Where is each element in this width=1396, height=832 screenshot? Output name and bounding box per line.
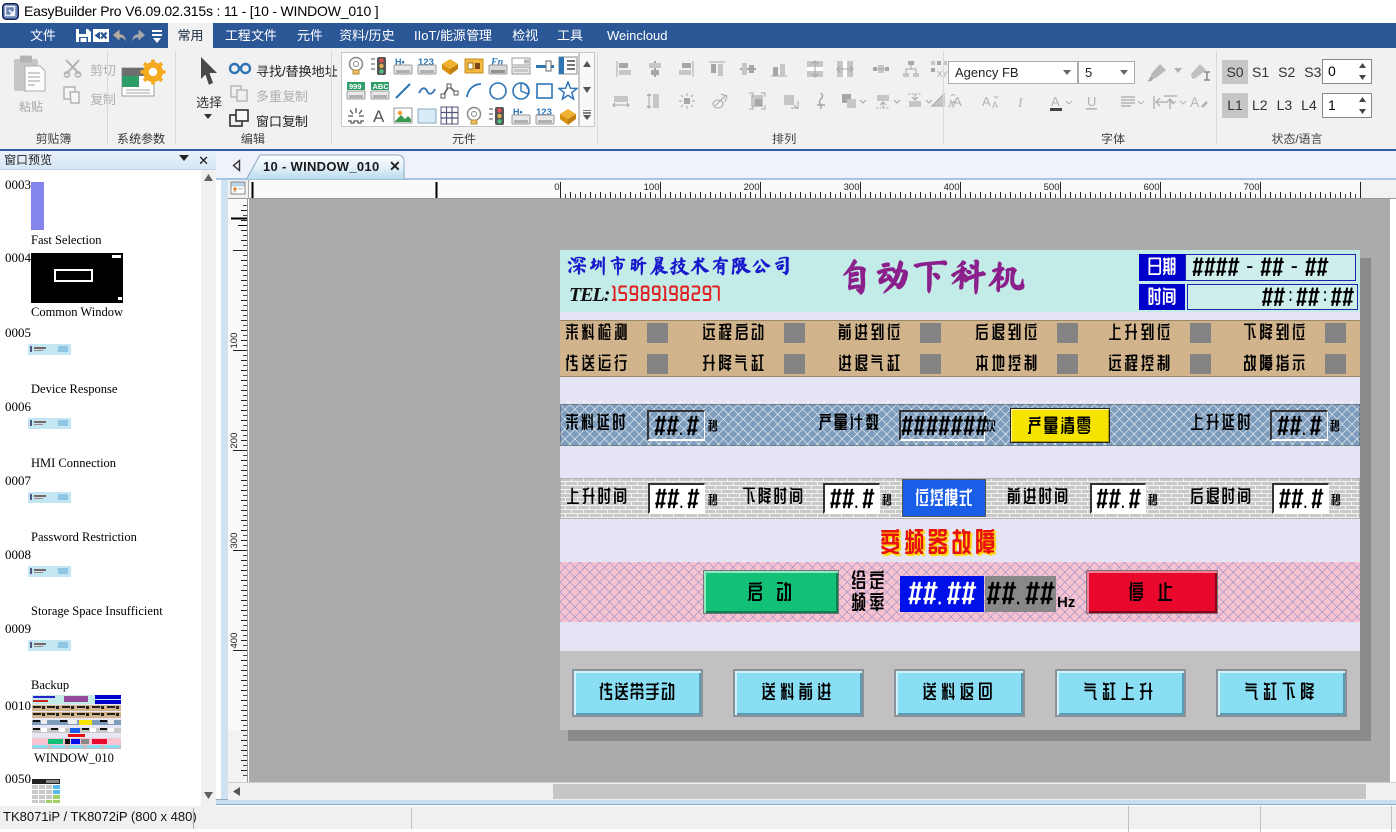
svg-text:A: A	[992, 100, 998, 110]
svg-text:0: 0	[554, 182, 559, 193]
svg-text:A: A	[1190, 94, 1200, 110]
svg-text:100: 100	[229, 333, 240, 349]
svg-text:300: 300	[844, 182, 860, 193]
svg-text:600: 600	[1144, 182, 1160, 193]
svg-text:100: 100	[644, 182, 660, 193]
svg-text:A: A	[953, 94, 962, 109]
svg-text:A: A	[982, 94, 991, 109]
svg-text:A: A	[373, 107, 385, 126]
svg-text:I: I	[1017, 96, 1024, 111]
svg-text:700: 700	[1244, 182, 1260, 193]
svg-text:999: 999	[349, 82, 362, 91]
svg-text:200: 200	[229, 433, 240, 449]
svg-text:500: 500	[1044, 182, 1060, 193]
svg-text:400: 400	[229, 633, 240, 649]
svg-text:400: 400	[944, 182, 960, 193]
svg-text:A: A	[1051, 94, 1060, 109]
svg-text:200: 200	[744, 182, 760, 193]
svg-text:ABC: ABC	[373, 82, 390, 91]
svg-text:U: U	[1087, 94, 1096, 109]
svg-text:300: 300	[229, 533, 240, 549]
